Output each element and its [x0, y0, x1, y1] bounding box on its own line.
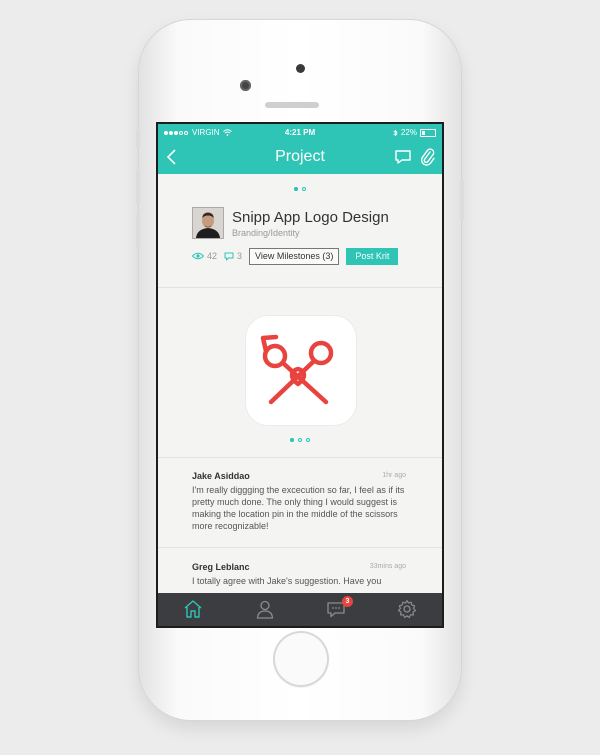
tab-bar [158, 593, 442, 626]
status-bar: VIRGIN 4:21 PM 22% [158, 124, 442, 141]
avatar[interactable] [192, 207, 224, 239]
comment-text: I totally agree with Jake's suggestion. … [192, 576, 382, 586]
header-page-indicator [158, 187, 442, 191]
page-dot[interactable] [290, 438, 294, 442]
comment-time: 33mins ago [369, 563, 406, 570]
page-dot[interactable] [298, 438, 302, 442]
home-button[interactable] [273, 631, 329, 687]
front-camera [296, 64, 305, 73]
battery-percent: 22% [400, 128, 417, 137]
comment-item: Greg Leblanc 33mins ago I totally agree … [192, 562, 412, 587]
comments-stat: 3 [224, 251, 242, 261]
divider [158, 457, 442, 458]
mute-switch [136, 130, 140, 148]
app-screen: VIRGIN 4:21 PM 22% Project Snipp App Log… [156, 122, 444, 628]
project-actions: 42 3 View Milestones (3) Post Krit [192, 247, 399, 265]
comments-count: 3 [237, 251, 243, 261]
divider [158, 287, 442, 288]
comment-author[interactable]: Jake Asiddao [192, 471, 412, 481]
home-icon[interactable] [183, 599, 203, 619]
divider [158, 547, 442, 548]
battery-icon [420, 128, 436, 137]
project-header: Snipp App Logo Design Branding/Identity [192, 207, 422, 241]
profile-icon[interactable] [255, 599, 275, 619]
app-logo-image[interactable] [246, 316, 356, 425]
nav-bar: Project [158, 141, 442, 174]
chat-icon[interactable] [394, 149, 412, 165]
comment-item: Jake Asiddao 1hr ago I'm really diggging… [192, 471, 412, 532]
volume-down-button [136, 214, 140, 248]
project-category: Branding/Identity [232, 228, 300, 238]
power-button [460, 180, 464, 220]
project-title: Snipp App Logo Design [232, 209, 389, 226]
image-page-indicator [158, 438, 442, 442]
page-dot[interactable] [294, 187, 298, 191]
proximity-sensor [240, 80, 251, 91]
settings-icon[interactable] [397, 599, 417, 619]
comment-text: I'm really diggging the excecution so fa… [192, 485, 405, 531]
views-count: 42 [207, 251, 218, 261]
page-dot[interactable] [302, 187, 306, 191]
volume-up-button [136, 170, 140, 204]
paperclip-icon[interactable] [420, 147, 436, 167]
notification-badge: 3 [342, 596, 353, 607]
comment-icon [224, 252, 234, 260]
page-dot[interactable] [306, 438, 310, 442]
post-krit-button[interactable]: Post Krit [346, 247, 399, 265]
views-stat: 42 [192, 251, 217, 261]
avatar-photo-icon [193, 208, 223, 238]
earpiece-speaker [265, 102, 319, 108]
scissors-logo-icon [260, 334, 334, 405]
bluetooth-icon [393, 128, 398, 137]
view-milestones-button[interactable]: View Milestones (3) [249, 247, 340, 265]
eye-icon [192, 252, 204, 260]
comment-time: 1hr ago [382, 472, 406, 479]
